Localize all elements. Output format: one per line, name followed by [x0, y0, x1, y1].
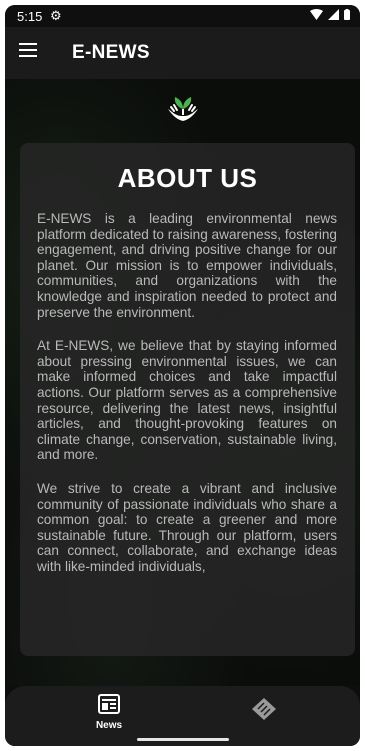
wifi-icon — [310, 9, 323, 20]
about-paragraph-1: E-NEWS is a leading environmental news p… — [37, 211, 337, 320]
about-body: E-NEWS is a leading environmental news p… — [37, 211, 337, 592]
status-bar: 5:15 ⚙ — [5, 5, 360, 27]
app-title: E-NEWS — [72, 42, 150, 63]
status-time: 5:15 — [17, 9, 43, 24]
about-card: ABOUT US E-NEWS is a leading environment… — [20, 143, 355, 656]
app-bar: E-NEWS — [5, 27, 360, 79]
phone-screen: 5:15 ⚙ E-NEWS ABOUT US E-NEWS is a leadi… — [5, 5, 360, 746]
hamburger-menu-icon[interactable] — [19, 41, 43, 65]
newspaper-icon — [98, 694, 120, 714]
signal-icon — [328, 9, 339, 20]
status-icons — [310, 9, 350, 20]
about-heading: ABOUT US — [117, 163, 258, 193]
tag-diamond-icon[interactable] — [249, 696, 279, 722]
about-paragraph-2: At E-NEWS, we believe that by staying in… — [37, 338, 337, 463]
nav-news-tab[interactable]: News — [85, 694, 133, 731]
gesture-home-bar[interactable] — [137, 738, 229, 741]
bottom-navigation: News — [5, 686, 360, 746]
battery-icon — [344, 9, 350, 20]
plant-in-hands-logo — [168, 97, 198, 121]
nav-news-label: News — [95, 720, 123, 731]
about-paragraph-3: We strive to create a vibrant and inclus… — [37, 480, 337, 574]
settings-gear-icon: ⚙ — [50, 8, 62, 23]
